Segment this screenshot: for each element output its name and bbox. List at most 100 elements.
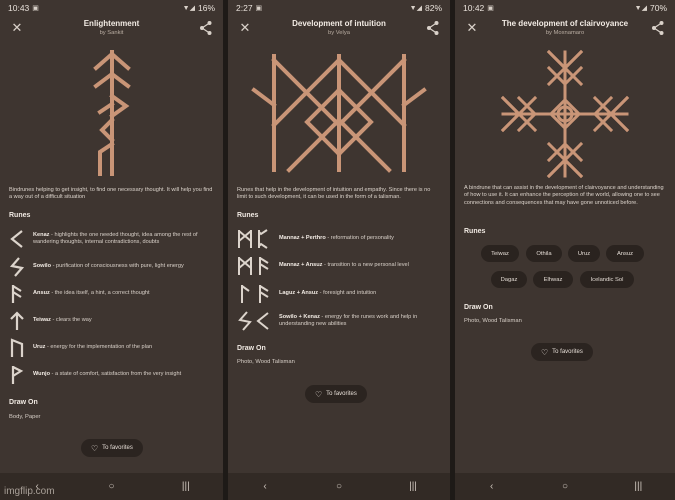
mannaz-perthro-icon (238, 229, 268, 249)
rune-item-wunjo: Wunjo - a state of comfort, satisfaction… (9, 365, 217, 385)
rune-desc: - energy for the implementation of the p… (45, 344, 153, 351)
home-icon[interactable]: ○ (101, 481, 121, 492)
bindrune-image (0, 48, 223, 176)
rune-chip-ansuz[interactable]: Ansuz (606, 245, 644, 262)
runes-heading: Runes (464, 228, 486, 235)
kenaz-icon (10, 230, 23, 248)
runes-heading: Runes (237, 212, 259, 219)
notification-icon: ▣ (32, 5, 39, 12)
rune-name: Wunjo (33, 371, 50, 378)
rune-chip-icelandic-sol[interactable]: Icelandic Sol (580, 271, 634, 288)
rune-item-sowilo-kenaz: Sowilo + Kenaz - energy for the runes wo… (237, 311, 444, 331)
home-icon[interactable]: ○ (329, 481, 349, 492)
rune-chip-dagaz[interactable]: Dagaz (491, 271, 527, 288)
rune-name: Sowilo (33, 263, 52, 270)
sowilo-icon (9, 257, 25, 277)
rune-item-mannaz-ansuz: Mannaz + Ansuz - transition to a new per… (237, 256, 444, 276)
system-nav-bar: ‹ ○ ||| (455, 473, 675, 500)
heart-icon: ♡ (315, 389, 323, 399)
rune-name: Teiwaz (33, 317, 51, 324)
to-favorites-button[interactable]: ♡ To favorites (531, 343, 593, 361)
draw-on-heading: Draw On (9, 399, 38, 406)
status-bar: 10:42 ▣ ▼◢ 70% (455, 0, 675, 16)
page-title: Enlightenment (83, 19, 140, 28)
to-favorites-button[interactable]: ♡ To favorites (81, 439, 143, 457)
watermark: imgflip.com (4, 486, 55, 497)
description: A bindrune that can assist in the develo… (464, 185, 664, 206)
rune-chip-teiwaz[interactable]: Teiwaz (481, 245, 519, 262)
favorites-label: To favorites (552, 349, 583, 355)
notification-icon: ▣ (487, 5, 494, 12)
screen-intuition: 2:27 ▣ ▼◢ 82% ✕ Development of intuition b… (228, 0, 450, 500)
status-bar: 2:27 ▣ ▼◢ 82% (228, 0, 450, 16)
to-favorites-button[interactable]: ♡ To favorites (305, 385, 367, 403)
rune-desc: - the idea itself, a hint, a correct tho… (49, 290, 150, 297)
close-icon[interactable]: ✕ (465, 21, 479, 35)
battery-level: 82% (424, 3, 442, 13)
rune-item-kenaz: Kenaz - highlights the one needed though… (9, 229, 217, 249)
uruz-icon (10, 338, 24, 357)
share-icon[interactable] (426, 20, 440, 36)
draw-on-heading: Draw On (237, 345, 266, 352)
draw-on-heading: Draw On (464, 304, 493, 311)
rune-desc: - transition to a new personal level (322, 262, 409, 269)
rune-desc: - foresight and intuition (318, 290, 377, 297)
rune-desc: - reformation of personality (325, 235, 394, 242)
status-time: 10:43 (8, 3, 30, 13)
rune-chip-elhwaz[interactable]: Elhwaz (533, 271, 573, 288)
rune-name: Laguz + Ansuz (279, 290, 319, 297)
close-icon[interactable]: ✕ (10, 21, 24, 35)
rune-item-mannaz-perthro: Mannaz + Perthro - reformation of person… (237, 229, 444, 249)
runes-heading: Runes (9, 212, 31, 219)
status-bar: 10:43 ▣ ▼◢ 16% (0, 0, 223, 16)
app-bar: ✕ Development of intuition by Velya (228, 16, 450, 42)
recents-icon[interactable]: ||| (403, 481, 423, 492)
notification-icon: ▣ (255, 5, 263, 12)
draw-on-value: Photo, Wood Talisman (237, 359, 295, 365)
page-title: Development of intuition (292, 19, 386, 28)
share-icon[interactable] (199, 20, 213, 36)
bindrune-image (228, 50, 450, 176)
favorites-label: To favorites (326, 391, 357, 397)
description: Bindrunes helping to get insight, to fin… (9, 187, 213, 201)
bindrune-image (455, 48, 675, 180)
screen-enlightenment: 10:43 ▣ ▼◢ 16% ✕ Enlightenment by Sankit B… (0, 0, 223, 500)
screen-clairvoyance: 10:42 ▣ ▼◢ 70% ✕ The development of clairv… (455, 0, 675, 500)
signal-icon: ▼◢ (634, 5, 647, 12)
rune-name: Uruz (33, 344, 46, 351)
share-icon[interactable] (651, 20, 665, 36)
recents-icon[interactable]: ||| (176, 481, 196, 492)
rune-item-ansuz: Ansuz - the idea itself, a hint, a corre… (9, 284, 217, 304)
wunjo-icon (11, 366, 24, 384)
author: by Moxnamaro (545, 30, 585, 36)
teiwaz-icon (10, 311, 24, 330)
favorites-label: To favorites (102, 445, 133, 451)
rune-name: Ansuz (33, 290, 50, 297)
back-icon[interactable]: ‹ (482, 481, 502, 492)
author: by Sankit (99, 30, 124, 36)
heart-icon: ♡ (91, 443, 99, 453)
app-bar: ✕ The development of clairvoyance by Mox… (455, 16, 675, 42)
rune-item-laguz-ansuz: Laguz + Ansuz - foresight and intuition (237, 284, 444, 304)
rune-chip-othila[interactable]: Othila (526, 245, 562, 262)
recents-icon[interactable]: ||| (628, 481, 648, 492)
signal-icon: ▼◢ (409, 5, 422, 12)
mannaz-ansuz-icon (238, 257, 269, 275)
rune-desc: - purification of consciousness with pur… (51, 263, 184, 270)
rune-name: Sowilo + Kenaz (279, 313, 320, 320)
signal-icon: ▼◢ (182, 5, 195, 12)
laguz-ansuz-icon (241, 285, 269, 303)
page-title: The development of clairvoyance (501, 19, 629, 28)
battery-level: 16% (197, 3, 215, 13)
rune-item-uruz: Uruz - energy for the implementation of … (9, 338, 217, 358)
rune-name: Mannaz + Perthro (279, 235, 326, 242)
rune-chip-uruz[interactable]: Uruz (568, 245, 600, 262)
status-time: 10:42 (463, 3, 485, 13)
home-icon[interactable]: ○ (555, 481, 575, 492)
rune-name: Kenaz (33, 231, 50, 238)
rune-item-sowilo: Sowilo - purification of consciousness w… (9, 257, 217, 277)
back-icon[interactable]: ‹ (255, 481, 275, 492)
system-nav-bar: ‹ ○ ||| (228, 473, 450, 500)
sowilo-kenaz-icon (238, 311, 269, 331)
close-icon[interactable]: ✕ (238, 21, 252, 35)
